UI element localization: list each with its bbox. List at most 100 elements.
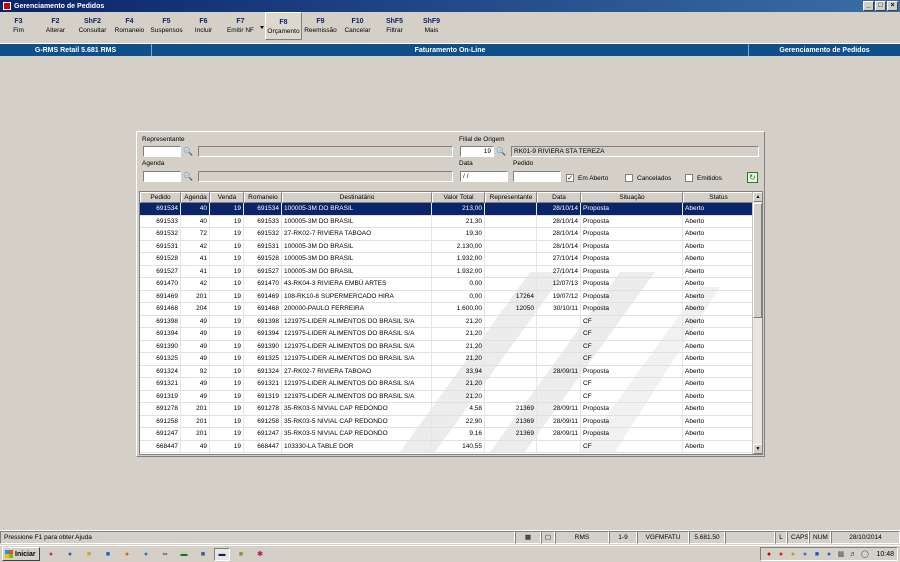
system-tray: ● ● ● ● ■ ● ▩ ♬ ◯ 10:48 — [760, 547, 898, 561]
table-row[interactable]: 691534 40 19 691534 100005-3M DO BRASIL 213,0… — [140, 203, 762, 216]
scroll-down-icon[interactable]: ▼ — [753, 444, 762, 454]
folder-icon[interactable]: ■ — [81, 548, 97, 561]
column-header-pedido[interactable]: Pedido — [140, 192, 181, 203]
maximize-button[interactable]: □ — [875, 1, 886, 11]
table-row[interactable]: 691278 201 19 691278 35-RK03-5 NIVIAL CAP RE… — [140, 403, 762, 416]
toolbar-button-incluir[interactable]: F6 Incluir — [185, 12, 222, 40]
cell-venda: 19 — [210, 215, 244, 227]
filial-code-input[interactable]: 19 — [460, 146, 494, 157]
tools-icon[interactable]: ✱ — [252, 548, 268, 561]
toolbar-button-orcamento[interactable]: F8 Orçamento — [265, 12, 302, 40]
table-row[interactable]: 691469 201 19 691469 108-RK10-8 SUPERMERCADO… — [140, 290, 762, 303]
toolbar-button-emitir-nf[interactable]: F7 Emitir NF — [222, 12, 259, 40]
table-row[interactable]: 691398 49 19 691398 121975-LIDER ALIMENTOS D… — [140, 315, 762, 328]
cell-status: Aberto — [683, 315, 754, 327]
toolbar-button-mais[interactable]: ShF9 Mais — [413, 12, 450, 40]
cell-romaneio: 691470 — [244, 278, 282, 290]
lync-icon[interactable]: ● — [62, 548, 78, 561]
cancelados-checkbox[interactable]: Cancelados — [625, 174, 671, 182]
tray-sync-icon[interactable]: ● — [800, 550, 809, 559]
refresh-icon[interactable]: ↻ — [747, 172, 758, 183]
start-button[interactable]: Iniciar — [2, 547, 40, 561]
cell-situacao: CF — [581, 353, 683, 365]
scroll-thumb[interactable] — [753, 203, 762, 318]
table-row[interactable]: 691531 42 19 691531 100005-3M DO BRASIL 2.130… — [140, 240, 762, 253]
toolbar-button-filtrar[interactable]: ShF5 Filtrar — [376, 12, 413, 40]
cell-status: Aberto — [683, 340, 754, 352]
cell-status: Aberto — [683, 278, 754, 290]
cell-venda: 19 — [210, 315, 244, 327]
representante-code-input[interactable] — [143, 146, 181, 157]
table-row[interactable]: 691528 41 19 691528 100005-3M DO BRASIL 1.932… — [140, 253, 762, 266]
outlook-icon[interactable]: ■ — [100, 548, 116, 561]
tray-chat-icon[interactable]: ● — [824, 550, 833, 559]
rms-active-window-icon[interactable]: ▬ — [214, 547, 230, 561]
table-row[interactable]: 691319 49 19 691319 121975-LIDER ALIMENTOS D… — [140, 390, 762, 403]
table-row[interactable]: 691527 41 19 691527 100005-3M DO BRASIL 1.932… — [140, 265, 762, 278]
cell-status: Aberto — [683, 290, 754, 302]
representante-search-icon[interactable]: 🔍 — [182, 146, 194, 157]
tray-outlook-icon[interactable]: ■ — [812, 550, 821, 559]
toolbar-button-consultar[interactable]: ShF2 Consultar — [74, 12, 111, 40]
agenda-code-input[interactable] — [143, 171, 181, 182]
status-date: 28/10/2014 — [831, 531, 900, 544]
column-header-agenda[interactable]: Agenda — [181, 192, 210, 203]
cell-valor-total: 33,94 — [432, 365, 485, 377]
table-row[interactable]: 691321 49 19 691321 121975-LIDER ALIMENTOS D… — [140, 378, 762, 391]
table-row[interactable]: 668447 49 19 668447 103330-LA TABLE DOR 140,5… — [140, 440, 762, 453]
tray-update-icon[interactable]: ● — [788, 550, 797, 559]
minimize-button[interactable]: _ — [863, 1, 874, 11]
toolbar-button-cancelar[interactable]: F10 Cancelar — [339, 12, 376, 40]
table-row[interactable]: 691468 204 19 691468 200000-PAULO FERREIRA 1.… — [140, 303, 762, 316]
cell-situacao: CF — [581, 315, 683, 327]
column-header-valor-total[interactable]: Valor Total — [432, 192, 485, 203]
table-row[interactable]: 691247 201 19 691247 35-RK03-5 NIVIAL CAP RE… — [140, 428, 762, 441]
toolbar-button-romaneio[interactable]: F4 Romaneio — [111, 12, 148, 40]
chrome-icon[interactable]: ● — [43, 548, 59, 561]
close-button[interactable]: × — [887, 1, 898, 11]
word-icon[interactable]: ■ — [195, 548, 211, 561]
grid-scrollbar[interactable]: ▲ ▼ — [752, 192, 762, 454]
cell-destinatario: 200000-PAULO FERREIRA — [282, 303, 432, 315]
network-connection-icon[interactable]: ∞ — [157, 548, 173, 561]
tray-network-icon[interactable]: ▩ — [836, 550, 845, 559]
column-header-venda[interactable]: Venda — [210, 192, 244, 203]
table-row[interactable]: 691324 92 19 691324 27-RK02-7 RIVIERA TABOAO… — [140, 365, 762, 378]
paint-icon[interactable]: ■ — [233, 548, 249, 561]
cell-situacao: Proposta — [581, 253, 683, 265]
tray-volume-icon[interactable]: ♬ — [848, 550, 857, 559]
tray-security-icon[interactable]: ● — [764, 550, 773, 559]
toolbar-button-suspensos[interactable]: F5 Suspensos — [148, 12, 185, 40]
tray-antivirus-icon[interactable]: ● — [776, 550, 785, 559]
table-row[interactable]: 691258 201 19 691258 35-RK03-5 NIVIAL CAP RE… — [140, 415, 762, 428]
table-row[interactable]: 691325 49 19 691325 121975-LIDER ALIMENTOS D… — [140, 353, 762, 366]
browser-icon[interactable]: ● — [138, 548, 154, 561]
data-input[interactable]: / / — [460, 171, 508, 182]
toolbar-button-reemissao[interactable]: F9 Reemissão — [302, 12, 339, 40]
cell-pedido: 691468 — [140, 303, 181, 315]
emitidos-checkbox[interactable]: Emitidos — [685, 174, 722, 182]
table-row[interactable]: 691470 42 19 691470 43-RK04-3 RIVIERA EMBÚ A… — [140, 278, 762, 291]
table-row[interactable]: 691533 40 19 691533 100005-3M DO BRASIL 21,30… — [140, 215, 762, 228]
pedido-input[interactable] — [513, 171, 561, 182]
column-header-data[interactable]: Data — [537, 192, 581, 203]
table-row[interactable]: 691394 49 19 691394 121975-LIDER ALIMENTOS D… — [140, 328, 762, 341]
cell-pedido: 691325 — [140, 353, 181, 365]
column-header-representante[interactable]: Representante — [485, 192, 537, 203]
filial-search-icon[interactable]: 🔍 — [495, 146, 507, 157]
tray-power-icon[interactable]: ◯ — [860, 550, 869, 559]
column-header-destinatario[interactable]: Destinatário — [282, 192, 432, 203]
em-aberto-checkbox[interactable]: ✓ Em Aberto — [566, 174, 608, 182]
column-header-status[interactable]: Status — [683, 192, 754, 203]
scroll-up-icon[interactable]: ▲ — [753, 192, 762, 202]
rms-app-icon[interactable]: ▬ — [176, 548, 192, 561]
column-header-situacao[interactable]: Situação — [581, 192, 683, 203]
agenda-search-icon[interactable]: 🔍 — [182, 171, 194, 182]
emitir-nf-dropdown[interactable] — [259, 12, 265, 40]
toolbar-button-alterar[interactable]: F2 Alterar — [37, 12, 74, 40]
table-row[interactable]: 691390 49 19 691390 121975-LIDER ALIMENTOS D… — [140, 340, 762, 353]
toolbar-button-fim[interactable]: F3 Fim — [0, 12, 37, 40]
column-header-romaneio[interactable]: Romaneio — [244, 192, 282, 203]
firefox-icon[interactable]: ● — [119, 548, 135, 561]
table-row[interactable]: 691532 72 19 691532 27-RK02-7 RIVIERA TABOAO… — [140, 228, 762, 241]
